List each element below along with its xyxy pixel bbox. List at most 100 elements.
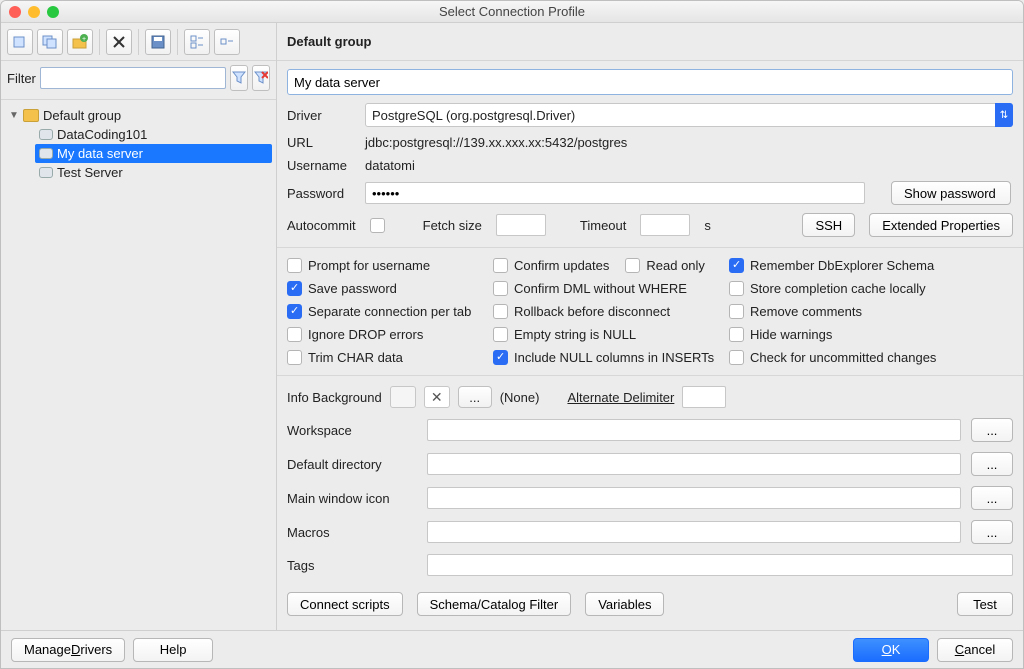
workspace-input[interactable]	[427, 419, 961, 441]
window-title: Select Connection Profile	[439, 4, 585, 19]
macros-input[interactable]	[427, 521, 961, 543]
info-background-swatch[interactable]	[390, 386, 416, 408]
separate-connection-label: Separate connection per tab	[308, 304, 471, 319]
workspace-browse-button[interactable]: ...	[971, 418, 1013, 442]
ignore-drop-checkbox[interactable]	[287, 327, 302, 342]
remove-comments-checkbox[interactable]	[729, 304, 744, 319]
readonly-checkbox[interactable]	[625, 258, 640, 273]
trim-char-checkbox[interactable]	[287, 350, 302, 365]
driver-value: PostgreSQL (org.postgresql.Driver)	[372, 108, 575, 123]
test-connection-button[interactable]: Test	[957, 592, 1013, 616]
tree-item[interactable]: My data server	[35, 144, 272, 163]
trim-char-label: Trim CHAR data	[308, 350, 403, 365]
svg-text:+: +	[82, 36, 86, 43]
tags-input[interactable]	[427, 554, 1013, 576]
ignore-drop-label: Ignore DROP errors	[308, 327, 423, 342]
minimize-window-button[interactable]	[28, 6, 40, 18]
new-profile-button[interactable]	[7, 29, 33, 55]
twisty-icon[interactable]: ▼	[9, 110, 19, 121]
fetchsize-label: Fetch size	[423, 218, 482, 233]
readonly-label: Read only	[646, 258, 705, 273]
zoom-window-button[interactable]	[47, 6, 59, 18]
folder-icon	[23, 109, 39, 122]
save-password-label: Save password	[308, 281, 397, 296]
remember-dbexplorer-checkbox[interactable]	[729, 258, 744, 273]
password-input[interactable]	[365, 182, 865, 204]
cancel-button[interactable]: Cancel	[937, 638, 1013, 662]
profile-name-input[interactable]	[287, 69, 1013, 95]
url-value[interactable]: jdbc:postgresql://139.xx.xxx.xx:5432/pos…	[365, 135, 1013, 150]
save-profiles-button[interactable]	[145, 29, 171, 55]
pick-color-button[interactable]: ...	[458, 386, 492, 408]
rollback-checkbox[interactable]	[493, 304, 508, 319]
clear-color-button[interactable]: ✕	[424, 386, 450, 408]
driver-select[interactable]: PostgreSQL (org.postgresql.Driver) ⇅	[365, 103, 1013, 127]
save-password-checkbox[interactable]	[287, 281, 302, 296]
apply-filter-button[interactable]	[230, 65, 248, 91]
info-background-label: Info Background	[287, 390, 382, 405]
driver-label: Driver	[287, 108, 357, 123]
main-window-icon-browse-button[interactable]: ...	[971, 486, 1013, 510]
main-window-icon-input[interactable]	[427, 487, 961, 509]
confirm-dml-label: Confirm DML without WHERE	[514, 281, 687, 296]
schema-filter-button[interactable]: Schema/Catalog Filter	[417, 592, 572, 616]
include-null-checkbox[interactable]	[493, 350, 508, 365]
fetchsize-input[interactable]	[496, 214, 546, 236]
default-directory-browse-button[interactable]: ...	[971, 452, 1013, 476]
prompt-username-checkbox[interactable]	[287, 258, 302, 273]
macros-label: Macros	[287, 525, 417, 540]
new-folder-button[interactable]: +	[67, 29, 93, 55]
tree-group[interactable]: ▼ Default group	[5, 106, 272, 125]
expand-tree-button[interactable]	[184, 29, 210, 55]
alternate-delimiter-input[interactable]	[682, 386, 726, 408]
timeout-label: Timeout	[580, 218, 626, 233]
password-label: Password	[287, 186, 357, 201]
hide-warnings-checkbox[interactable]	[729, 327, 744, 342]
collapse-tree-button[interactable]	[214, 29, 240, 55]
tree-item[interactable]: Test Server	[35, 163, 272, 182]
username-value[interactable]: datatomi	[365, 158, 1013, 173]
empty-null-label: Empty string is NULL	[514, 327, 636, 342]
include-null-label: Include NULL columns in INSERTs	[514, 350, 714, 365]
check-uncommitted-label: Check for uncommitted changes	[750, 350, 936, 365]
extended-properties-button[interactable]: Extended Properties	[869, 213, 1013, 237]
connect-scripts-button[interactable]: Connect scripts	[287, 592, 403, 616]
profile-toolbar: +	[1, 23, 276, 61]
autocommit-checkbox[interactable]	[370, 218, 385, 233]
filter-input[interactable]	[40, 67, 226, 89]
autocommit-label: Autocommit	[287, 218, 356, 233]
close-window-button[interactable]	[9, 6, 21, 18]
database-icon	[39, 148, 53, 159]
delete-profile-button[interactable]	[106, 29, 132, 55]
info-background-none: (None)	[500, 390, 540, 405]
default-directory-input[interactable]	[427, 453, 961, 475]
show-password-button[interactable]: Show password	[891, 181, 1011, 205]
clear-filter-button[interactable]	[252, 65, 270, 91]
help-button[interactable]: Help	[133, 638, 213, 662]
ok-button[interactable]: OK	[853, 638, 929, 662]
tree-item-label: DataCoding101	[57, 127, 147, 142]
group-header: Default group	[277, 23, 1023, 61]
confirm-updates-checkbox[interactable]	[493, 258, 508, 273]
titlebar: Select Connection Profile	[1, 1, 1023, 23]
variables-button[interactable]: Variables	[585, 592, 664, 616]
alternate-delimiter-label[interactable]: Alternate Delimiter	[567, 390, 674, 405]
profile-tree[interactable]: ▼ Default group DataCoding101 My data se…	[1, 100, 276, 630]
manage-drivers-button[interactable]: Manage Drivers	[11, 638, 125, 662]
prompt-username-label: Prompt for username	[308, 258, 430, 273]
copy-profile-button[interactable]	[37, 29, 63, 55]
check-uncommitted-checkbox[interactable]	[729, 350, 744, 365]
tree-item[interactable]: DataCoding101	[35, 125, 272, 144]
confirm-dml-checkbox[interactable]	[493, 281, 508, 296]
store-completion-checkbox[interactable]	[729, 281, 744, 296]
macros-browse-button[interactable]: ...	[971, 520, 1013, 544]
separate-connection-checkbox[interactable]	[287, 304, 302, 319]
ssh-button[interactable]: SSH	[802, 213, 855, 237]
tree-item-label: Test Server	[57, 165, 123, 180]
timeout-input[interactable]	[640, 214, 690, 236]
tree-item-label: My data server	[57, 146, 143, 161]
store-completion-label: Store completion cache locally	[750, 281, 926, 296]
timeout-unit: s	[704, 218, 711, 233]
empty-null-checkbox[interactable]	[493, 327, 508, 342]
username-label: Username	[287, 158, 357, 173]
